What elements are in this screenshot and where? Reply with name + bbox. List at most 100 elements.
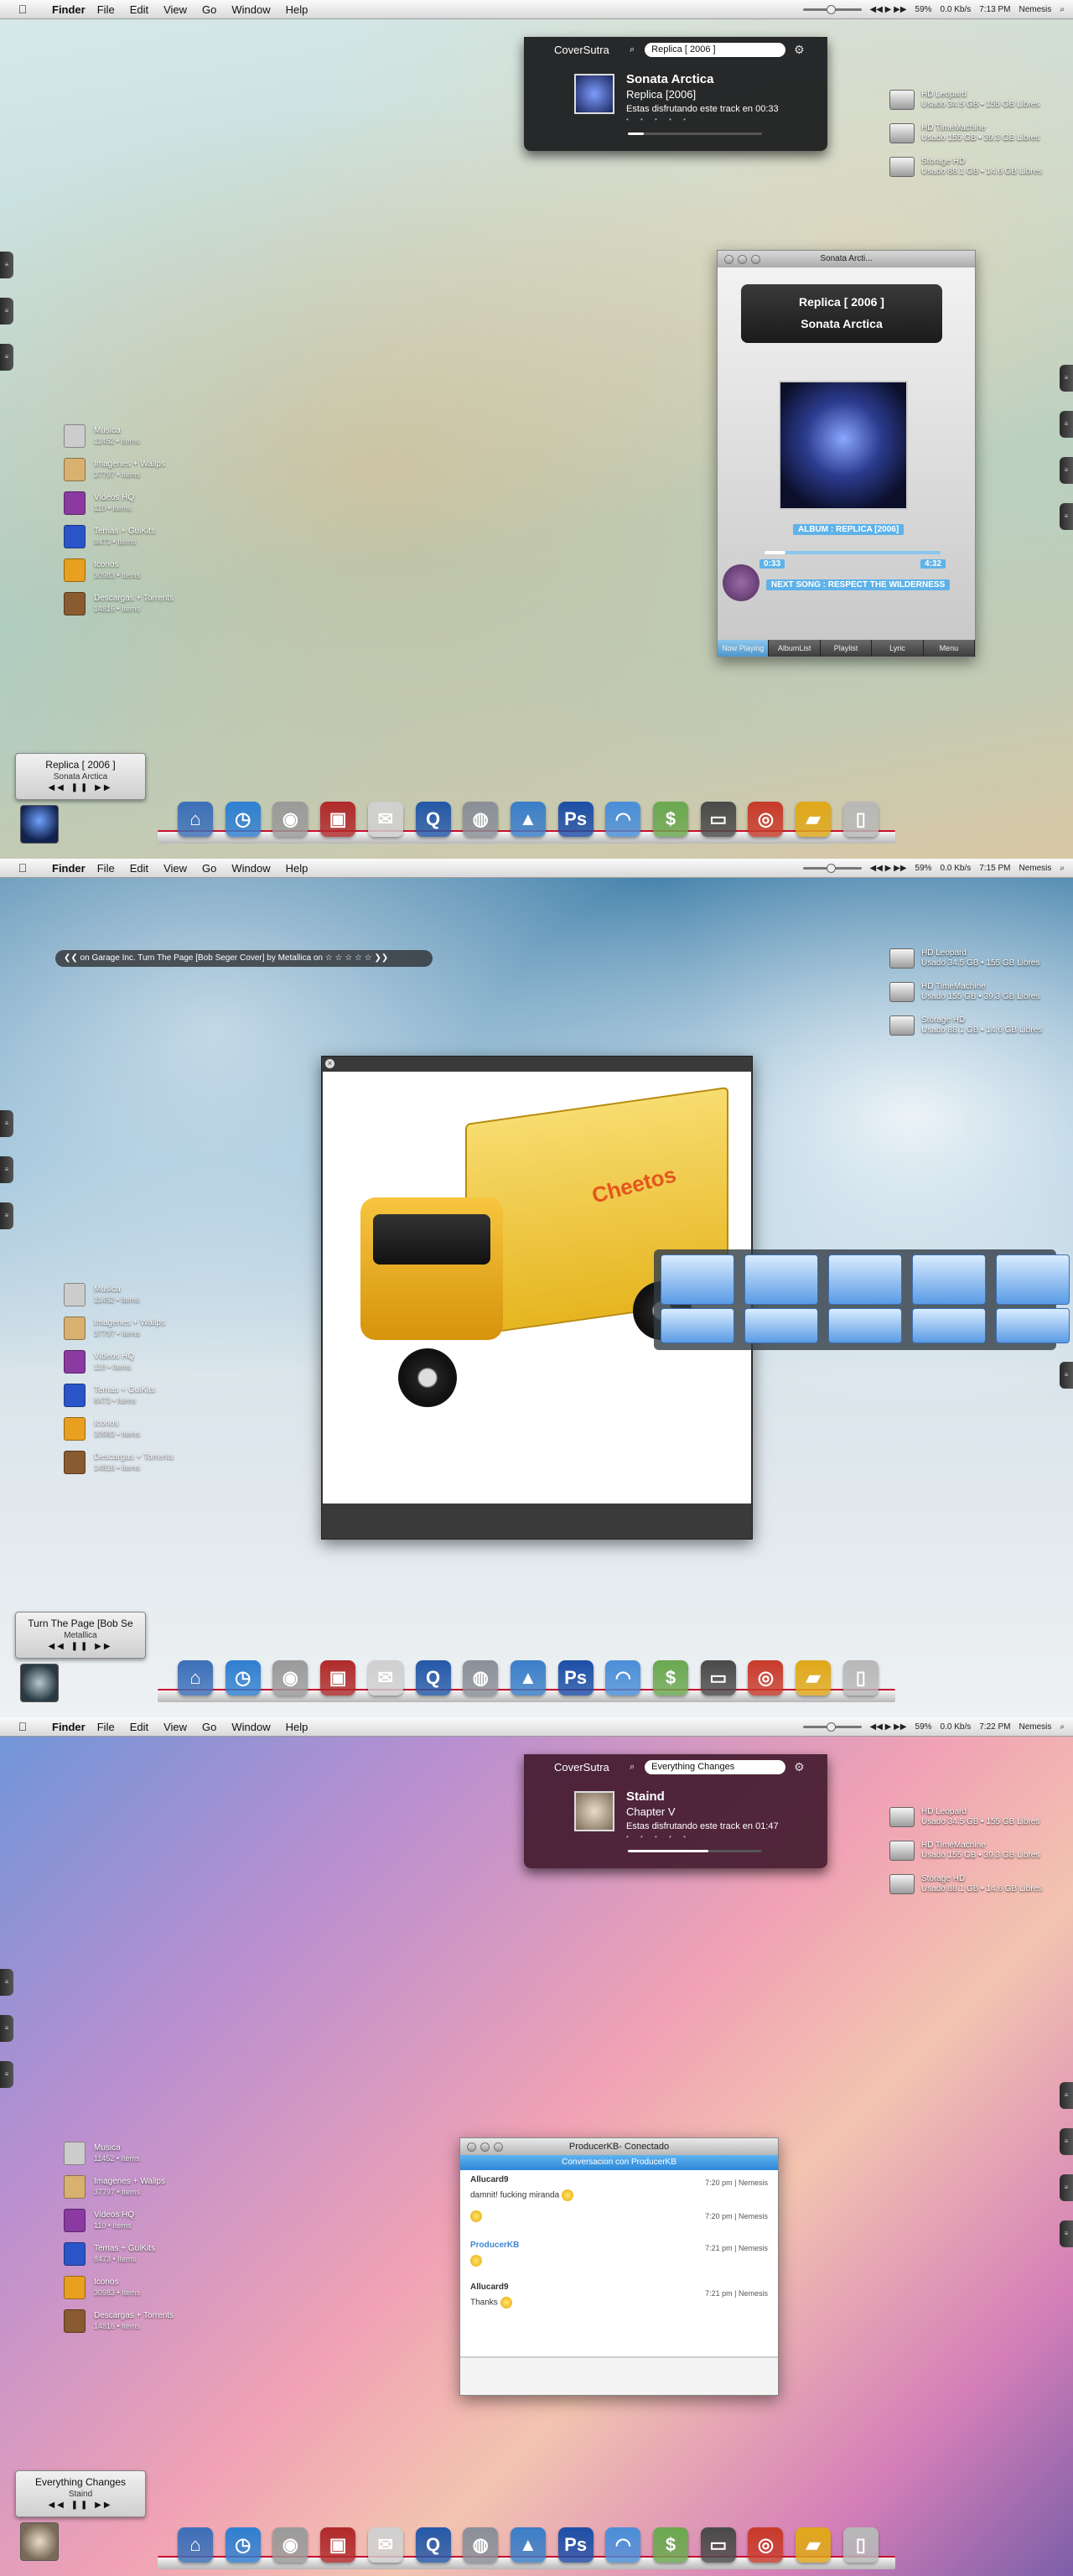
robot-icon[interactable]: ◍: [463, 2527, 499, 2563]
tab-lyric[interactable]: Lyric: [872, 640, 924, 657]
tv-icon[interactable]: ▭: [700, 802, 736, 837]
rainbow-icon[interactable]: ◠: [605, 1660, 641, 1696]
side-tab[interactable]: ≡: [1060, 411, 1073, 438]
mail-icon[interactable]: ✉: [367, 2527, 403, 2563]
mail-icon[interactable]: ✉: [367, 802, 403, 837]
search-input[interactable]: Everything Changes: [645, 1759, 786, 1774]
drive-item[interactable]: HD Leopard Usado 34.5 GB • 155 GB Libres: [889, 1801, 1061, 1833]
side-tab[interactable]: ≡: [1060, 2174, 1073, 2201]
folder-item[interactable]: Videos HQ 110 • Items: [64, 486, 206, 520]
camera-icon[interactable]: ▣: [320, 802, 356, 837]
home-icon[interactable]: ⌂: [178, 1660, 213, 1696]
playback-controls-icon[interactable]: ◀◀ ▶ ▶▶: [870, 1722, 907, 1732]
trash-icon[interactable]: ▯: [842, 2527, 879, 2563]
mini-controls[interactable]: ◀◀ ❚❚ ▶▶: [16, 783, 145, 792]
side-tab[interactable]: ≡: [0, 344, 13, 371]
tab-menu[interactable]: Menu: [924, 640, 976, 657]
stack-item[interactable]: [661, 1254, 734, 1305]
menu-help[interactable]: Help: [286, 1721, 308, 1733]
camera-icon[interactable]: ▣: [320, 1660, 356, 1696]
folder-item[interactable]: Imagenes + Wallps 37797 • Items: [64, 453, 206, 486]
spotlight-icon[interactable]: ⌕: [1060, 864, 1065, 873]
drive-item[interactable]: Storage HD Usado 88.1 GB • 14.6 GB Libres: [889, 1868, 1061, 1900]
side-tab[interactable]: ≡: [1060, 2128, 1073, 2155]
apple-icon[interactable]: : [12, 1720, 34, 1733]
drive-item[interactable]: HD TimeMachine Usado 155 GB • 39.3 GB Lib…: [889, 117, 1061, 149]
close-button[interactable]: ×: [325, 1059, 334, 1068]
folder-item[interactable]: Imagenes + Wallps 37797 • Items: [64, 1311, 206, 1345]
stack-item[interactable]: [661, 1308, 734, 1343]
money-icon[interactable]: $: [653, 2527, 689, 2563]
drive-item[interactable]: HD TimeMachine Usado 155 GB • 39.3 GB Lib…: [889, 1835, 1061, 1867]
apple-icon[interactable]: : [12, 861, 34, 875]
folder-item[interactable]: Iconos 30983 • Items: [64, 553, 206, 587]
trash-icon[interactable]: ▯: [842, 1660, 879, 1696]
user-name[interactable]: Nemesis: [1019, 864, 1051, 873]
album-thumb[interactable]: [20, 1664, 59, 1702]
rating-stars[interactable]: • • • • •: [626, 1833, 779, 1841]
menu-file[interactable]: File: [97, 1721, 115, 1733]
stack-item[interactable]: [744, 1254, 818, 1305]
menu-window[interactable]: Window: [231, 3, 270, 16]
truck-icon[interactable]: ▰: [796, 1660, 832, 1696]
home-icon[interactable]: ⌂: [178, 802, 213, 837]
playback-controls-icon[interactable]: ◀◀ ▶ ▶▶: [870, 864, 907, 873]
trash-icon[interactable]: ▯: [842, 802, 879, 837]
gear-icon[interactable]: ⚙: [794, 43, 805, 57]
menu-edit[interactable]: Edit: [130, 3, 148, 16]
clock[interactable]: 7:15 PM: [979, 864, 1010, 873]
clock-icon[interactable]: ◷: [225, 802, 261, 837]
folder-item[interactable]: Descargas + Torrents 14816 • Items: [64, 1446, 206, 1479]
volume-slider[interactable]: [802, 4, 862, 14]
robot-icon[interactable]: ◍: [463, 1660, 499, 1696]
drive-item[interactable]: Storage HD Usado 88.1 GB • 14.6 GB Libres: [889, 1010, 1061, 1041]
close-button[interactable]: [467, 2142, 476, 2152]
side-tab[interactable]: ≡: [0, 1202, 13, 1229]
zoom-button[interactable]: [751, 255, 760, 264]
lastfm-ticker[interactable]: ❮❮ on Garage Inc. Turn The Page [Bob Seg…: [55, 950, 433, 967]
search-input[interactable]: Replica [ 2006 ]: [645, 42, 786, 57]
folder-item[interactable]: Descargas + Torrents 14816 • Items: [64, 2304, 206, 2338]
drive-item[interactable]: HD Leopard Usado 34.5 GB • 155 GB Libres: [889, 84, 1061, 116]
side-tab[interactable]: ≡: [1060, 2220, 1073, 2247]
progress-bar[interactable]: [765, 551, 941, 554]
wizard-icon[interactable]: ▲: [510, 1660, 546, 1696]
album-thumb[interactable]: [20, 2522, 59, 2561]
clock-icon[interactable]: ◷: [225, 2527, 261, 2563]
progress-bar[interactable]: [628, 1850, 762, 1852]
money-icon[interactable]: $: [653, 802, 689, 837]
quicktime-icon[interactable]: Q: [415, 2527, 451, 2563]
stack-item[interactable]: [828, 1308, 902, 1343]
side-tab[interactable]: ≡: [0, 1110, 13, 1137]
spotlight-icon[interactable]: ⌕: [1060, 1722, 1065, 1732]
user-name[interactable]: Nemesis: [1019, 5, 1051, 14]
folder-item[interactable]: Iconos 30983 • Items: [64, 1412, 206, 1446]
menu-window[interactable]: Window: [231, 1721, 270, 1733]
minimize-button[interactable]: [480, 2142, 490, 2152]
playback-controls-icon[interactable]: ◀◀ ▶ ▶▶: [870, 5, 907, 14]
tab-now-playing[interactable]: Now Playing: [718, 640, 770, 657]
side-tab[interactable]: ≡: [0, 2061, 13, 2088]
folder-item[interactable]: Temas + GuiKits 8473 • Items: [64, 1379, 206, 1412]
stack-item[interactable]: [828, 1254, 902, 1305]
mail-icon[interactable]: ✉: [367, 1660, 403, 1696]
rating-stars[interactable]: • • • • •: [626, 116, 779, 123]
folder-item[interactable]: Temas + GuiKits 8473 • Items: [64, 520, 206, 553]
disc-icon[interactable]: ◉: [272, 1660, 308, 1696]
photoshop-icon[interactable]: Ps: [557, 1660, 594, 1696]
title-bar[interactable]: Sonata Arcti...: [718, 251, 975, 267]
folder-item[interactable]: Videos HQ 110 • Items: [64, 1345, 206, 1379]
tv-icon[interactable]: ▭: [700, 1660, 736, 1696]
minimize-button[interactable]: [738, 255, 747, 264]
menu-go[interactable]: Go: [202, 1721, 216, 1733]
side-tab[interactable]: ≡: [0, 1156, 13, 1183]
menu-go[interactable]: Go: [202, 862, 216, 875]
target-icon[interactable]: ◎: [748, 1660, 784, 1696]
apple-icon[interactable]: : [12, 3, 34, 16]
menu-help[interactable]: Help: [286, 862, 308, 875]
menu-view[interactable]: View: [163, 862, 187, 875]
money-icon[interactable]: $: [653, 1660, 689, 1696]
rainbow-icon[interactable]: ◠: [605, 802, 641, 837]
drive-item[interactable]: Storage HD Usado 88.1 GB • 14.6 GB Libres: [889, 151, 1061, 183]
photoshop-icon[interactable]: Ps: [557, 2527, 594, 2563]
